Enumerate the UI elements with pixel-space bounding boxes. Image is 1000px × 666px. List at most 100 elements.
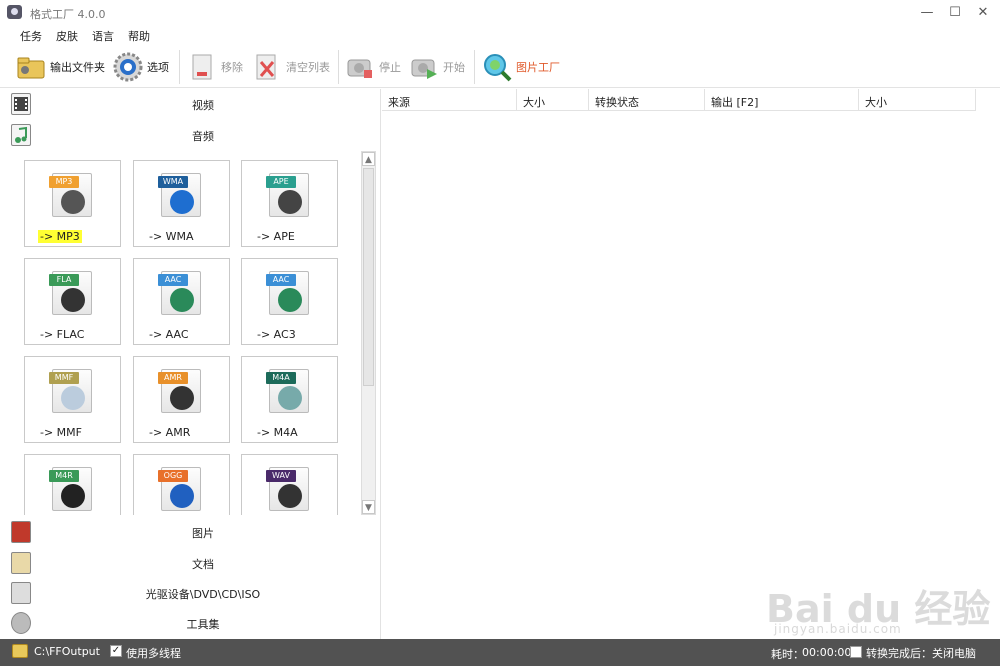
watermark-url: jingyan.baidu.com	[774, 622, 902, 636]
category-video[interactable]: 视频	[0, 89, 381, 119]
clear-list-button[interactable]: 清空列表	[252, 50, 330, 84]
audio-file-icon: WMA	[158, 173, 201, 217]
menu-language[interactable]: 语言	[92, 28, 114, 44]
start-icon	[409, 52, 439, 82]
column-header-size[interactable]: 大小	[517, 89, 589, 111]
conversion-panel: 视频 音频 MP3 -> MP3 WMA -> WMA APE -> APE F…	[0, 89, 381, 639]
phone-icon	[61, 484, 85, 508]
category-label: 文档	[192, 558, 214, 571]
format-label: -> APE	[257, 230, 295, 243]
output-path[interactable]: C:\FFOutput	[34, 645, 100, 658]
format-tile-amr[interactable]: AMR -> AMR	[133, 356, 230, 443]
stop-label: 停止	[379, 61, 401, 74]
picture-factory-label: 图片工厂	[516, 61, 560, 74]
task-list: 来源 大小 转换状态 输出 [F2] 大小	[382, 89, 1000, 639]
format-tile-ape[interactable]: APE -> APE	[241, 160, 338, 247]
toolbar-separator	[179, 50, 180, 84]
audio-file-icon: OGG	[158, 467, 201, 511]
format-tag: AMR	[158, 372, 188, 384]
format-label: -> AC3	[257, 328, 296, 341]
folder-icon[interactable]	[12, 644, 28, 658]
format-tile-aac[interactable]: AAC -> AAC	[133, 258, 230, 345]
minimize-button[interactable]: —	[912, 2, 942, 24]
start-label: 开始	[443, 61, 465, 74]
category-document[interactable]: 文档	[0, 548, 381, 578]
remove-button[interactable]: 移除	[187, 50, 243, 84]
status-bar: C:\FFOutput ✓ 使用多线程 耗时： 00:00:00 转换完成后：关…	[0, 639, 1000, 666]
category-disc[interactable]: 光驱设备\DVD\CD\ISO	[0, 578, 381, 608]
category-picture[interactable]: 图片	[0, 517, 381, 547]
output-folder-button[interactable]: 输出文件夹	[16, 50, 105, 84]
audio-file-icon: AAC	[158, 271, 201, 315]
scroll-thumb[interactable]	[363, 168, 374, 386]
disc-icon	[278, 386, 302, 410]
multithread-label: 使用多线程	[126, 647, 181, 660]
menu-help[interactable]: 帮助	[128, 28, 150, 44]
close-button[interactable]: ✕	[968, 2, 998, 24]
category-label: 视频	[192, 99, 214, 112]
audio-file-icon: MP3	[49, 173, 92, 217]
format-tile-ogg[interactable]: OGG	[133, 454, 230, 515]
toolbar-separator	[474, 50, 475, 84]
window-title: 格式工厂 4.0.0	[30, 8, 106, 21]
format-label: -> FLAC	[40, 328, 85, 341]
elapsed-time-label: 耗时：	[771, 648, 804, 661]
audio-file-icon: AMR	[158, 369, 201, 413]
multithread-checkbox[interactable]: ✓	[110, 645, 122, 657]
format-tile-ac3[interactable]: AAC -> AC3	[241, 258, 338, 345]
category-label: 工具集	[186, 618, 220, 631]
app-icon	[7, 5, 22, 19]
remove-icon	[187, 52, 217, 82]
format-tile-wav[interactable]: WAV	[241, 454, 338, 515]
shutdown-checkbox[interactable]	[850, 646, 862, 658]
clear-list-label: 清空列表	[286, 61, 330, 74]
format-label: -> MMF	[40, 426, 82, 439]
format-tile-mmf[interactable]: MMF -> MMF	[24, 356, 121, 443]
audio-file-icon: APE	[266, 173, 309, 217]
magnifier-icon	[482, 52, 512, 82]
elapsed-time-value: 00:00:00	[802, 646, 852, 659]
category-tools[interactable]: 工具集	[0, 608, 381, 638]
column-header-output[interactable]: 输出 [F2]	[705, 89, 859, 111]
menu-skin[interactable]: 皮肤	[56, 28, 78, 44]
drive-icon	[170, 386, 194, 410]
document-icon	[61, 386, 85, 410]
options-button[interactable]: 选项	[113, 50, 169, 84]
format-tag: MP3	[49, 176, 79, 188]
format-tile-flac[interactable]: FLA -> FLAC	[24, 258, 121, 345]
gear-icon	[113, 52, 143, 82]
maximize-button[interactable]: ☐	[940, 2, 970, 24]
scroll-up-arrow[interactable]: ▲	[362, 152, 375, 166]
category-label: 光驱设备\DVD\CD\ISO	[145, 588, 261, 601]
stop-button[interactable]: 停止	[345, 50, 401, 84]
start-button[interactable]: 开始	[409, 50, 465, 84]
music-note-icon	[170, 484, 194, 508]
column-header-output-size[interactable]: 大小	[859, 89, 976, 111]
clear-list-icon	[252, 52, 282, 82]
format-tile-m4a[interactable]: M4A -> M4A	[241, 356, 338, 443]
folder-icon	[16, 52, 46, 82]
format-label: -> AAC	[149, 328, 189, 341]
headphones-icon	[278, 190, 302, 214]
category-audio[interactable]: 音频	[0, 120, 381, 150]
audio-file-icon: WAV	[266, 467, 309, 511]
music-notes-icon	[278, 484, 302, 508]
format-tag: M4R	[49, 470, 79, 482]
column-header-source[interactable]: 来源	[382, 89, 517, 111]
format-tile-m4r[interactable]: M4R	[24, 454, 121, 515]
scroll-down-arrow[interactable]: ▼	[362, 500, 375, 514]
format-label: -> WMA	[149, 230, 194, 243]
format-tile-wma[interactable]: WMA -> WMA	[133, 160, 230, 247]
format-tile-mp3[interactable]: MP3 -> MP3	[24, 160, 121, 247]
column-header-status[interactable]: 转换状态	[589, 89, 705, 111]
audio-file-icon: M4R	[49, 467, 92, 511]
picture-factory-button[interactable]: 图片工厂	[482, 50, 560, 84]
menu-bar: 任务 皮肤 语言 帮助	[0, 26, 1000, 46]
format-scrollbar[interactable]: ▲ ▼	[361, 151, 376, 515]
stop-icon	[345, 52, 375, 82]
menu-task[interactable]: 任务	[20, 28, 42, 44]
format-label: -> MP3	[38, 230, 82, 243]
format-label: -> M4A	[257, 426, 298, 439]
play-icon	[170, 190, 194, 214]
speaker-icon	[61, 190, 85, 214]
